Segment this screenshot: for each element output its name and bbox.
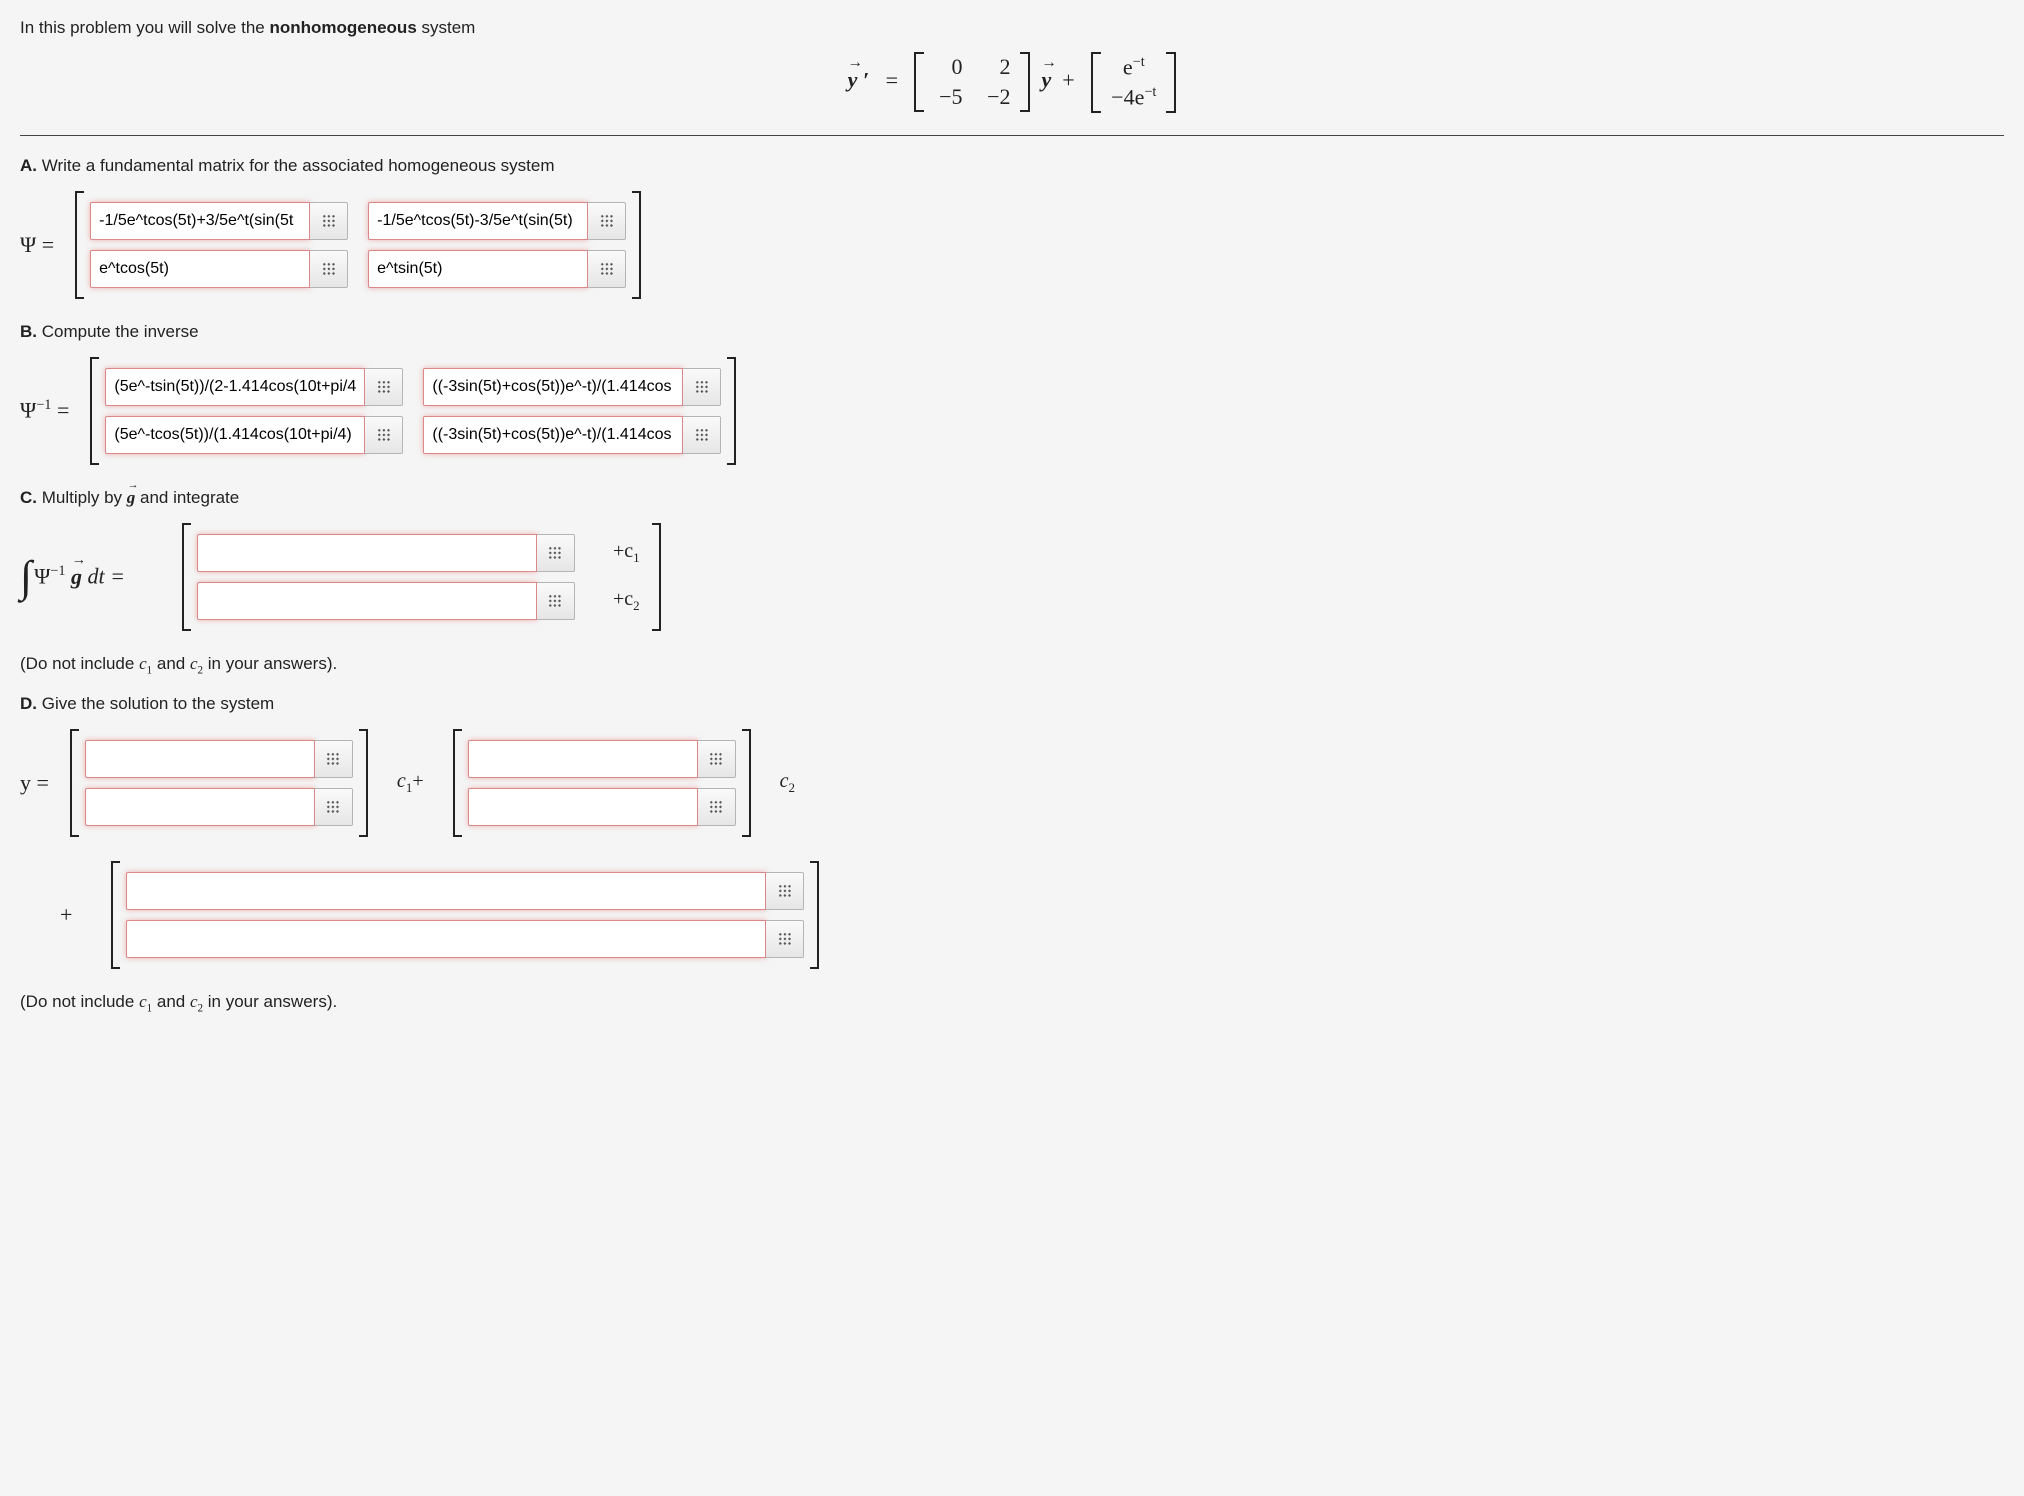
sol-m1-input-1[interactable] xyxy=(85,740,353,778)
psi-inv-input-2-2[interactable] xyxy=(423,416,721,454)
part-b-row: Ψ−1 = xyxy=(20,356,2004,466)
keypad-icon[interactable] xyxy=(315,740,353,778)
left-bracket-icon xyxy=(72,190,86,300)
sol-m1-input-2[interactable] xyxy=(85,788,353,826)
psi-inverse-equals: Ψ−1 = xyxy=(20,397,69,423)
integral-lhs: ∫ Ψ−1 g dt = xyxy=(20,555,125,599)
part-c-heading: C. Multiply by g and integrate xyxy=(20,488,2004,508)
psi-inv-input-2-1[interactable] xyxy=(105,416,403,454)
left-bracket-icon xyxy=(108,860,122,970)
keypad-icon[interactable] xyxy=(683,416,721,454)
system-equation: y ′ = 0−5 2−2 y + e−t −4e−t xyxy=(20,52,2004,113)
psi-inv-input-1-2[interactable] xyxy=(423,368,721,406)
keypad-icon[interactable] xyxy=(683,368,721,406)
g-vector: g xyxy=(127,488,136,507)
plus-sign: + xyxy=(60,902,72,928)
right-bracket-icon xyxy=(740,728,754,838)
part-c-row: ∫ Ψ−1 g dt = +c1 +c2 xyxy=(20,522,2004,632)
keypad-icon[interactable] xyxy=(588,250,626,288)
right-bracket-icon xyxy=(725,356,739,466)
psi-equals: Ψ = xyxy=(20,232,54,258)
keypad-icon[interactable] xyxy=(537,582,575,620)
sol-m3-input-2[interactable] xyxy=(126,920,804,958)
keypad-icon[interactable] xyxy=(537,534,575,572)
y-vector: y xyxy=(848,67,858,92)
part-d-note: (Do not include c1 and c2 in your answer… xyxy=(20,992,2004,1014)
left-bracket-icon xyxy=(450,728,464,838)
problem-intro: In this problem you will solve the nonho… xyxy=(20,18,2004,38)
right-bracket-icon xyxy=(630,190,644,300)
part-d-row-1: y = c1+ c2 xyxy=(20,728,2004,838)
part-c-note: (Do not include c1 and c2 in your answer… xyxy=(20,654,2004,676)
keypad-icon[interactable] xyxy=(365,368,403,406)
keypad-icon[interactable] xyxy=(315,788,353,826)
intro-bold: nonhomogeneous xyxy=(269,18,416,37)
sol-m2-input-2[interactable] xyxy=(468,788,736,826)
integral-icon: ∫ xyxy=(20,555,32,599)
integral-input-2[interactable] xyxy=(197,582,575,620)
keypad-icon[interactable] xyxy=(588,202,626,240)
intro-prefix: In this problem you will solve the xyxy=(20,18,269,37)
sol-m2-input-1[interactable] xyxy=(468,740,736,778)
keypad-icon[interactable] xyxy=(698,740,736,778)
keypad-icon[interactable] xyxy=(365,416,403,454)
keypad-icon[interactable] xyxy=(766,872,804,910)
left-bracket-icon xyxy=(179,522,193,632)
keypad-icon[interactable] xyxy=(310,250,348,288)
c2-label: c2 xyxy=(760,770,805,796)
part-a-heading: A. Write a fundamental matrix for the as… xyxy=(20,156,2004,176)
right-bracket-icon xyxy=(650,522,664,632)
keypad-icon[interactable] xyxy=(698,788,736,826)
plus-c1: +c1 xyxy=(595,540,646,566)
right-bracket-icon xyxy=(808,860,822,970)
sol-m3-input-1[interactable] xyxy=(126,872,804,910)
psi-input-1-2[interactable] xyxy=(368,202,626,240)
plus-c2: +c2 xyxy=(595,588,646,614)
coefficient-matrix: 0−5 2−2 xyxy=(914,52,1030,112)
right-bracket-icon xyxy=(357,728,371,838)
psi-inv-input-1-1[interactable] xyxy=(105,368,403,406)
part-a-row: Ψ = xyxy=(20,190,2004,300)
psi-input-1-1[interactable] xyxy=(90,202,348,240)
y-equals: y = xyxy=(20,770,49,796)
keypad-icon[interactable] xyxy=(310,202,348,240)
intro-suffix: system xyxy=(417,18,476,37)
forcing-vector: e−t −4e−t xyxy=(1091,52,1176,113)
integral-input-1[interactable] xyxy=(197,534,575,572)
part-d-heading: D. Give the solution to the system xyxy=(20,694,2004,714)
y-vector-rhs: y xyxy=(1041,67,1051,92)
keypad-icon[interactable] xyxy=(766,920,804,958)
divider xyxy=(20,135,2004,136)
left-bracket-icon xyxy=(67,728,81,838)
left-bracket-icon xyxy=(87,356,101,466)
part-d-row-2: + xyxy=(20,860,2004,970)
c1-times: c1+ xyxy=(377,770,444,796)
psi-input-2-2[interactable] xyxy=(368,250,626,288)
part-b-heading: B. Compute the inverse xyxy=(20,322,2004,342)
psi-input-2-1[interactable] xyxy=(90,250,348,288)
